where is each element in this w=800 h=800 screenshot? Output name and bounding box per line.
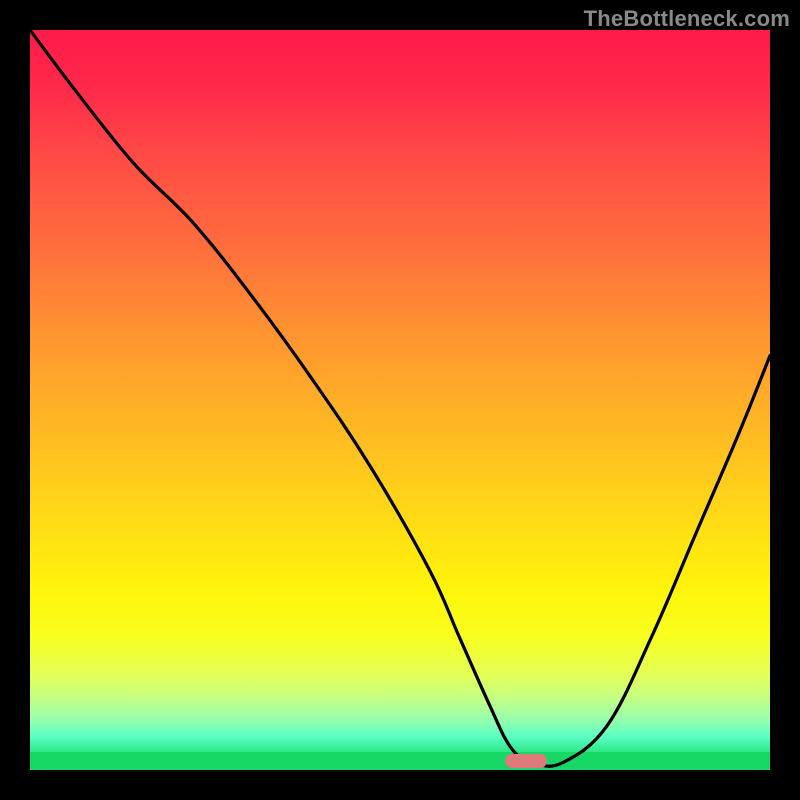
plot-area [30, 30, 770, 770]
watermark-text: TheBottleneck.com [584, 6, 790, 32]
bottleneck-curve [30, 30, 770, 770]
chart-frame: TheBottleneck.com [0, 0, 800, 800]
zero-bottleneck-band [30, 752, 770, 770]
optimal-marker [505, 754, 547, 768]
